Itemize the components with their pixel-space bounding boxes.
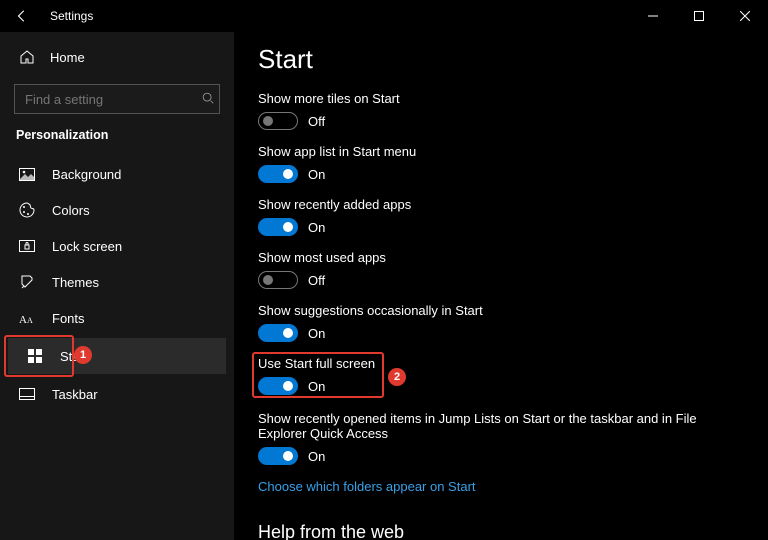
annotation-badge-1: 1 [74,346,92,364]
titlebar: Settings [0,0,768,32]
toggle-suggestions[interactable] [258,324,298,342]
setting-label: Show recently opened items in Jump Lists… [258,411,698,441]
toggle-state: On [308,220,325,235]
setting-more-tiles: Show more tiles on Start Off [258,91,732,130]
svg-text:A: A [19,314,27,325]
svg-text:A: A [27,316,33,325]
help-heading: Help from the web [258,522,732,540]
search-icon [201,91,215,108]
setting-label: Show recently added apps [258,197,732,212]
taskbar-icon [18,385,36,403]
home-icon [18,48,36,66]
search-input[interactable] [25,92,201,107]
annotation-badge-2: 2 [388,368,406,386]
sidebar-home[interactable]: Home [0,40,234,74]
toggle-fullscreen[interactable] [258,377,298,395]
sidebar-item-label: Colors [52,203,90,218]
toggle-state: Off [308,273,325,288]
sidebar-item-label: Themes [52,275,99,290]
lockscreen-icon [18,237,36,255]
toggle-app-list[interactable] [258,165,298,183]
sidebar-item-background[interactable]: Background [0,156,234,192]
arrow-left-icon [15,9,29,23]
sidebar-home-label: Home [50,50,85,65]
sidebar-item-start[interactable]: Start [8,338,226,374]
sidebar: Home Personalization Background Colors L… [0,32,234,540]
sidebar-item-label: Taskbar [52,387,98,402]
fonts-icon: AA [18,309,36,327]
setting-fullscreen: Use Start full screen On [258,356,375,395]
link-choose-folders[interactable]: Choose which folders appear on Start [258,479,476,494]
setting-label: Show most used apps [258,250,732,265]
sidebar-item-taskbar[interactable]: Taskbar [0,376,234,412]
minimize-button[interactable] [630,0,676,32]
start-icon [26,347,44,365]
maximize-button[interactable] [676,0,722,32]
setting-label: Show suggestions occasionally in Start [258,303,732,318]
setting-app-list: Show app list in Start menu On [258,144,732,183]
window-title: Settings [50,9,93,23]
sidebar-item-label: Background [52,167,121,182]
setting-suggestions: Show suggestions occasionally in Start O… [258,303,732,342]
page-title: Start [258,44,732,75]
main-content: Start Show more tiles on Start Off Show … [234,32,768,540]
minimize-icon [648,11,658,21]
sidebar-section: Personalization [0,128,234,142]
palette-icon [18,201,36,219]
toggle-state: On [308,379,325,394]
toggle-most-used[interactable] [258,271,298,289]
close-button[interactable] [722,0,768,32]
sidebar-item-lockscreen[interactable]: Lock screen [0,228,234,264]
sidebar-item-label: Lock screen [52,239,122,254]
toggle-state: On [308,167,325,182]
toggle-state: On [308,326,325,341]
setting-label: Show more tiles on Start [258,91,732,106]
setting-label: Use Start full screen [258,356,375,371]
search-box[interactable] [14,84,220,114]
setting-label: Show app list in Start menu [258,144,732,159]
sidebar-item-label: Fonts [52,311,85,326]
setting-recently-added: Show recently added apps On [258,197,732,236]
toggle-state: Off [308,114,325,129]
sidebar-item-fonts[interactable]: AA Fonts [0,300,234,336]
toggle-state: On [308,449,325,464]
toggle-recently-added[interactable] [258,218,298,236]
picture-icon [18,165,36,183]
themes-icon [18,273,36,291]
toggle-more-tiles[interactable] [258,112,298,130]
maximize-icon [694,11,704,21]
sidebar-item-colors[interactable]: Colors [0,192,234,228]
sidebar-item-themes[interactable]: Themes [0,264,234,300]
toggle-jump-lists[interactable] [258,447,298,465]
back-button[interactable] [8,2,36,30]
setting-jump-lists: Show recently opened items in Jump Lists… [258,411,698,465]
setting-most-used: Show most used apps Off [258,250,732,289]
close-icon [740,11,750,21]
